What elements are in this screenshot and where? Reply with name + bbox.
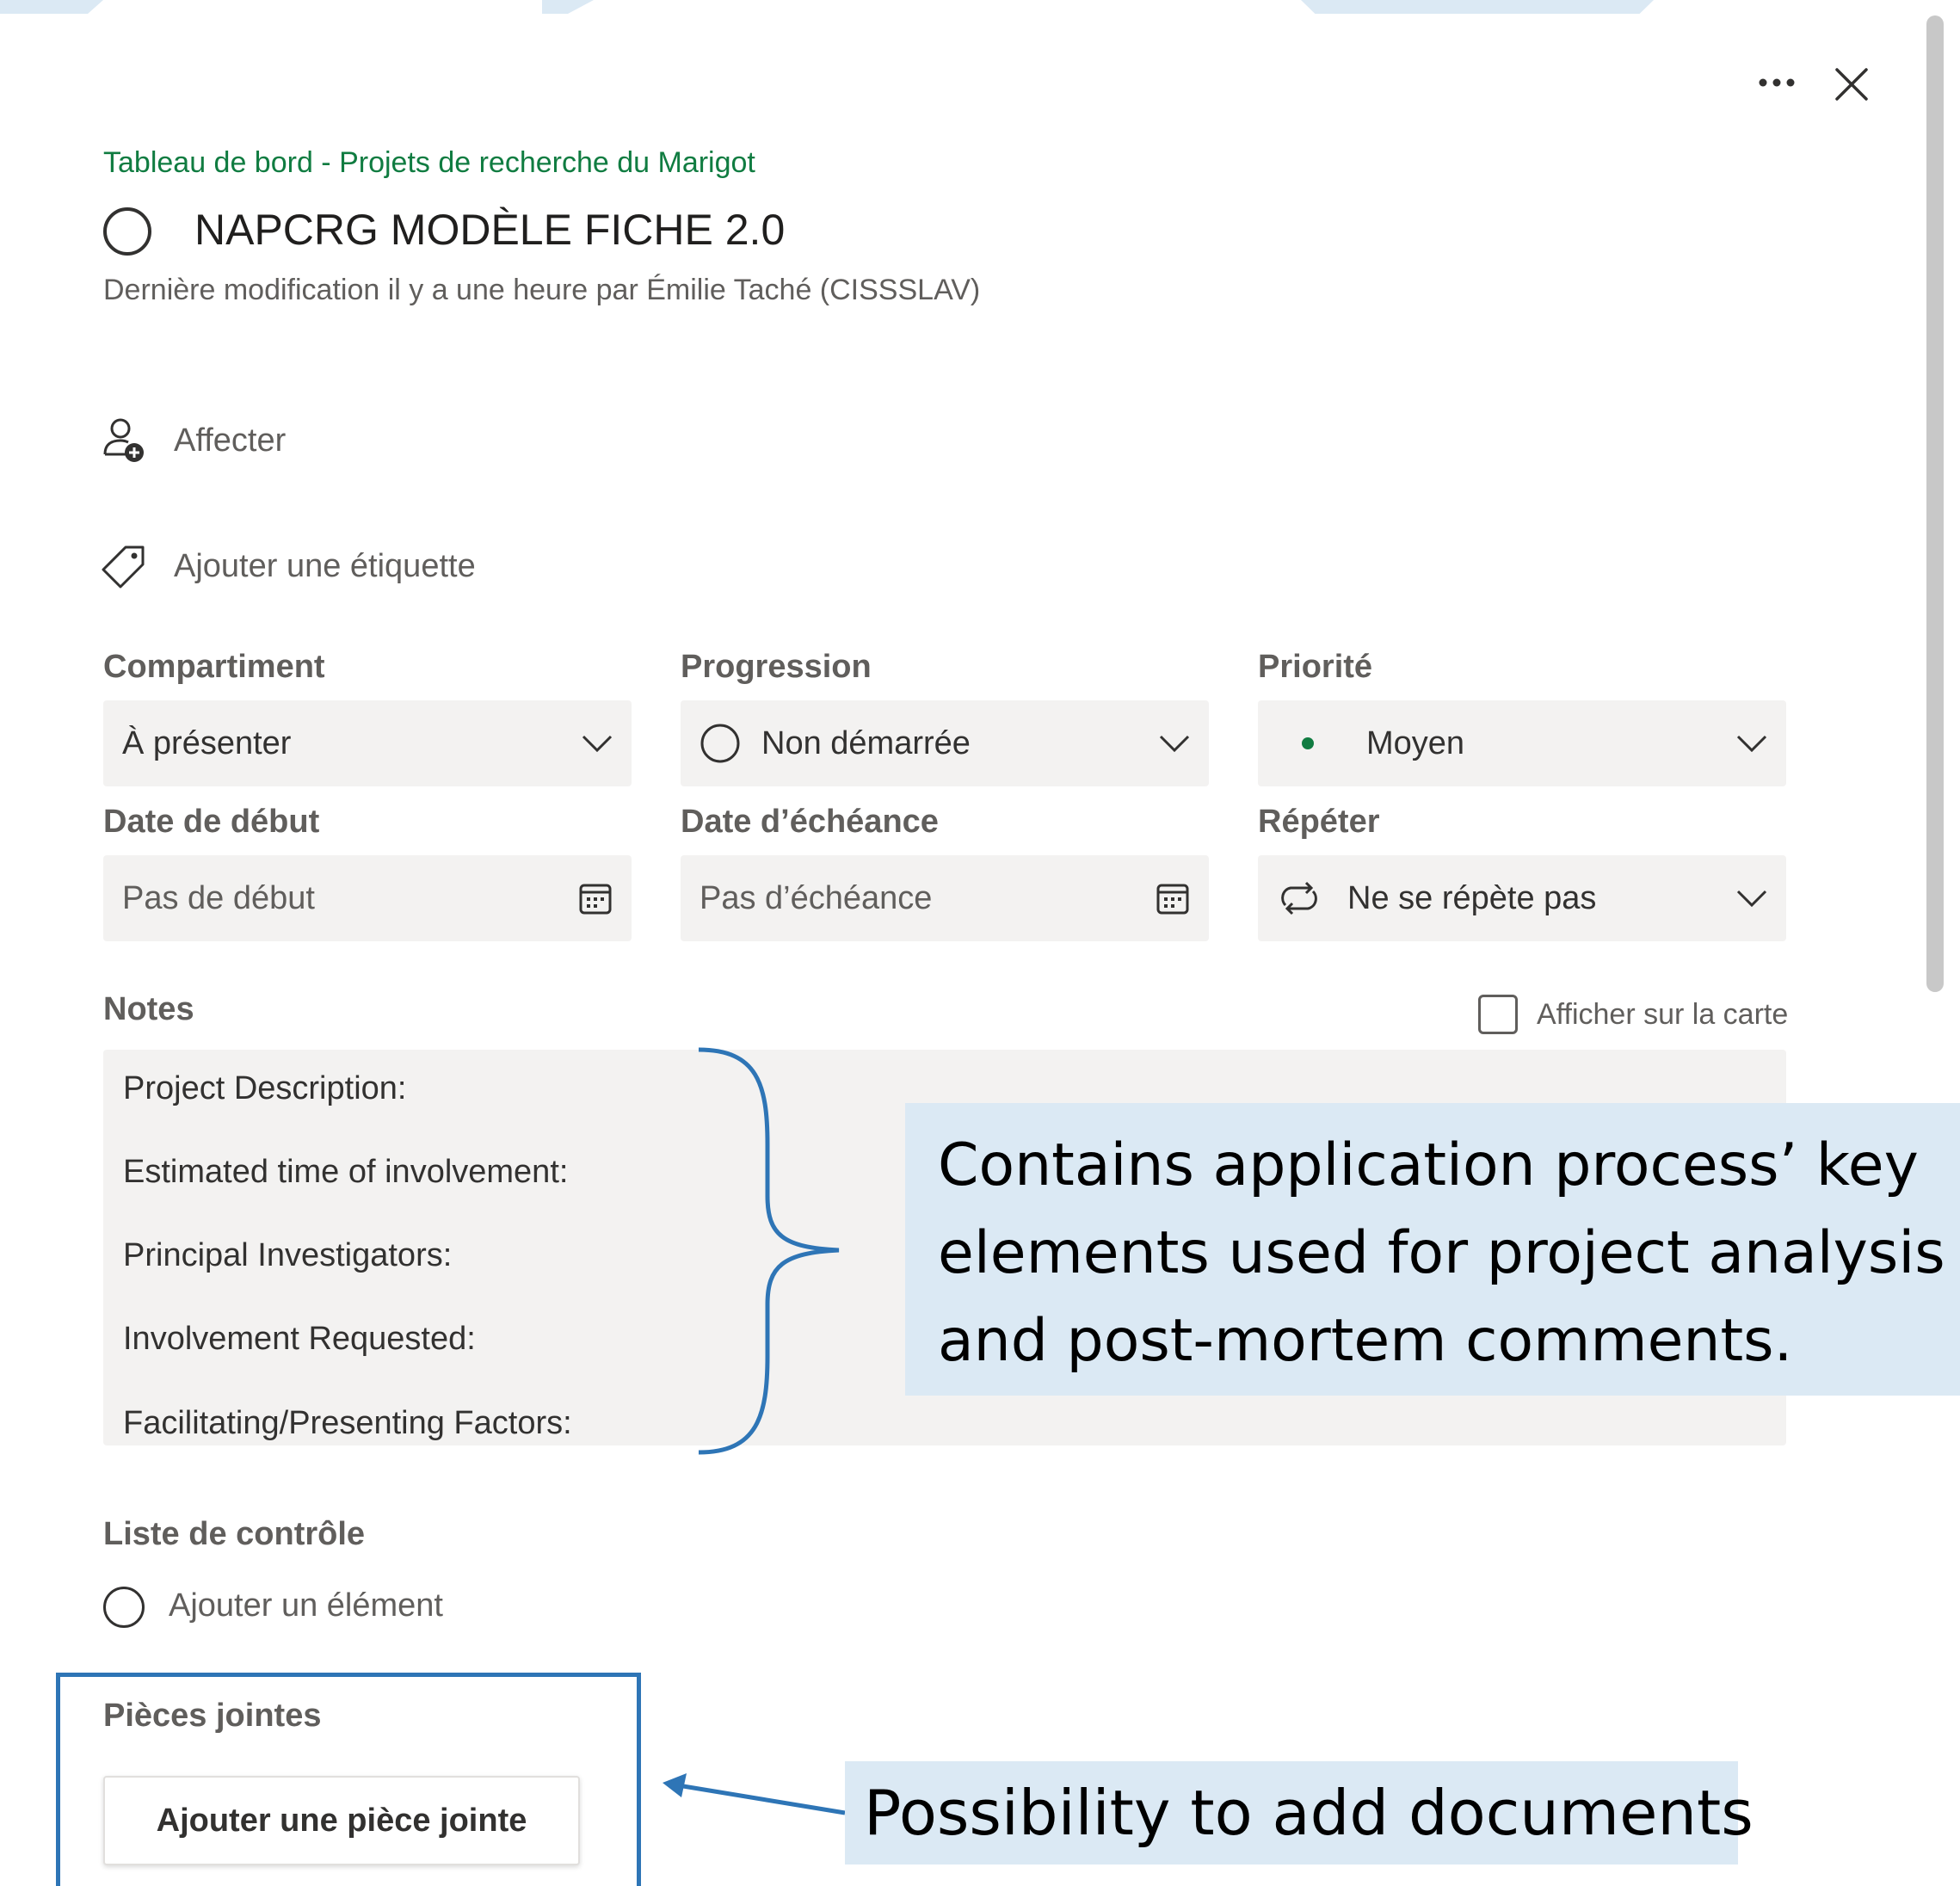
task-title[interactable]: NAPCRG MODÈLE FICHE 2.0 [194,205,785,255]
chevron-down-icon [1736,890,1767,907]
notes-callout: Contains application process’ key elemen… [905,1103,1960,1396]
repeat-label: Répéter [1258,804,1380,840]
not-started-circle-icon [700,724,740,763]
person-add-icon [100,416,148,465]
progress-value: Non démarrée [761,724,971,761]
start-date-placeholder: Pas de début [122,879,315,916]
notes-line: Estimated time of involvement: [123,1154,569,1190]
priority-label: Priorité [1258,649,1373,685]
notes-line: Involvement Requested: [123,1321,476,1357]
notes-label: Notes [103,991,194,1027]
start-date-label: Date de début [103,804,320,840]
priority-dropdown[interactable]: Moyen [1258,700,1786,786]
priority-value: Moyen [1366,724,1465,761]
assign-label: Affecter [174,422,287,459]
notes-line: Project Description: [123,1070,407,1106]
top-decoration-left [0,0,103,14]
calendar-icon[interactable] [1156,881,1190,915]
more-options-button[interactable] [1747,57,1807,108]
notes-callout-line: elements used for project analysis [938,1219,1945,1287]
last-modified-text: Dernière modification il y a une heure p… [103,274,981,306]
top-decoration-middle [542,0,594,14]
bucket-value: À présenter [122,724,292,761]
scrollbar[interactable] [1922,0,1960,1886]
calendar-icon[interactable] [578,881,613,915]
close-button[interactable] [1824,57,1879,112]
top-decoration-right [1301,0,1654,14]
breadcrumb[interactable]: Tableau de bord - Projets de recherche d… [103,146,755,180]
show-on-card-checkbox[interactable] [1478,995,1518,1034]
notes-line: Facilitating/Presenting Factors: [123,1405,572,1441]
arrow-annotation [663,1773,846,1815]
more-horizontal-icon [1759,78,1795,87]
tag-icon [100,542,148,590]
assign-button[interactable]: Affecter [100,416,286,465]
task-complete-toggle[interactable] [103,207,151,256]
notes-callout-line: Contains application process’ key [938,1131,1919,1199]
checklist-add-circle[interactable] [103,1587,145,1628]
bucket-label: Compartiment [103,649,325,685]
notes-line: Principal Investigators: [123,1237,453,1273]
chevron-down-icon [1159,735,1190,752]
curly-brace-annotation [698,1047,840,1455]
due-date-field[interactable]: Pas d’échéance [681,855,1209,941]
checklist-add-item-input[interactable]: Ajouter un élément [169,1587,443,1624]
priority-dot-icon [1302,737,1314,749]
chevron-down-icon [582,735,613,752]
due-date-placeholder: Pas d’échéance [700,879,933,916]
add-attachment-button[interactable]: Ajouter une pièce jointe [103,1776,580,1865]
repeat-value: Ne se répète pas [1347,879,1597,916]
repeat-dropdown[interactable]: Ne se répète pas [1258,855,1786,941]
add-label-text: Ajouter une étiquette [174,547,476,584]
notes-callout-line: and post-mortem comments. [938,1307,1793,1375]
scrollbar-thumb[interactable] [1926,15,1944,992]
start-date-field[interactable]: Pas de début [103,855,632,941]
close-icon [1835,68,1868,101]
attachments-label: Pièces jointes [103,1698,322,1734]
repeat-icon [1281,881,1317,915]
progress-dropdown[interactable]: Non démarrée [681,700,1209,786]
chevron-down-icon [1736,735,1767,752]
bucket-dropdown[interactable]: À présenter [103,700,632,786]
due-date-label: Date d’échéance [681,804,939,840]
attachments-callout: Possibility to add documents [845,1761,1754,1864]
checklist-label: Liste de contrôle [103,1516,366,1552]
show-on-card-label[interactable]: Afficher sur la carte [1537,998,1788,1032]
add-label-button[interactable]: Ajouter une étiquette [100,542,476,590]
progress-label: Progression [681,649,872,685]
